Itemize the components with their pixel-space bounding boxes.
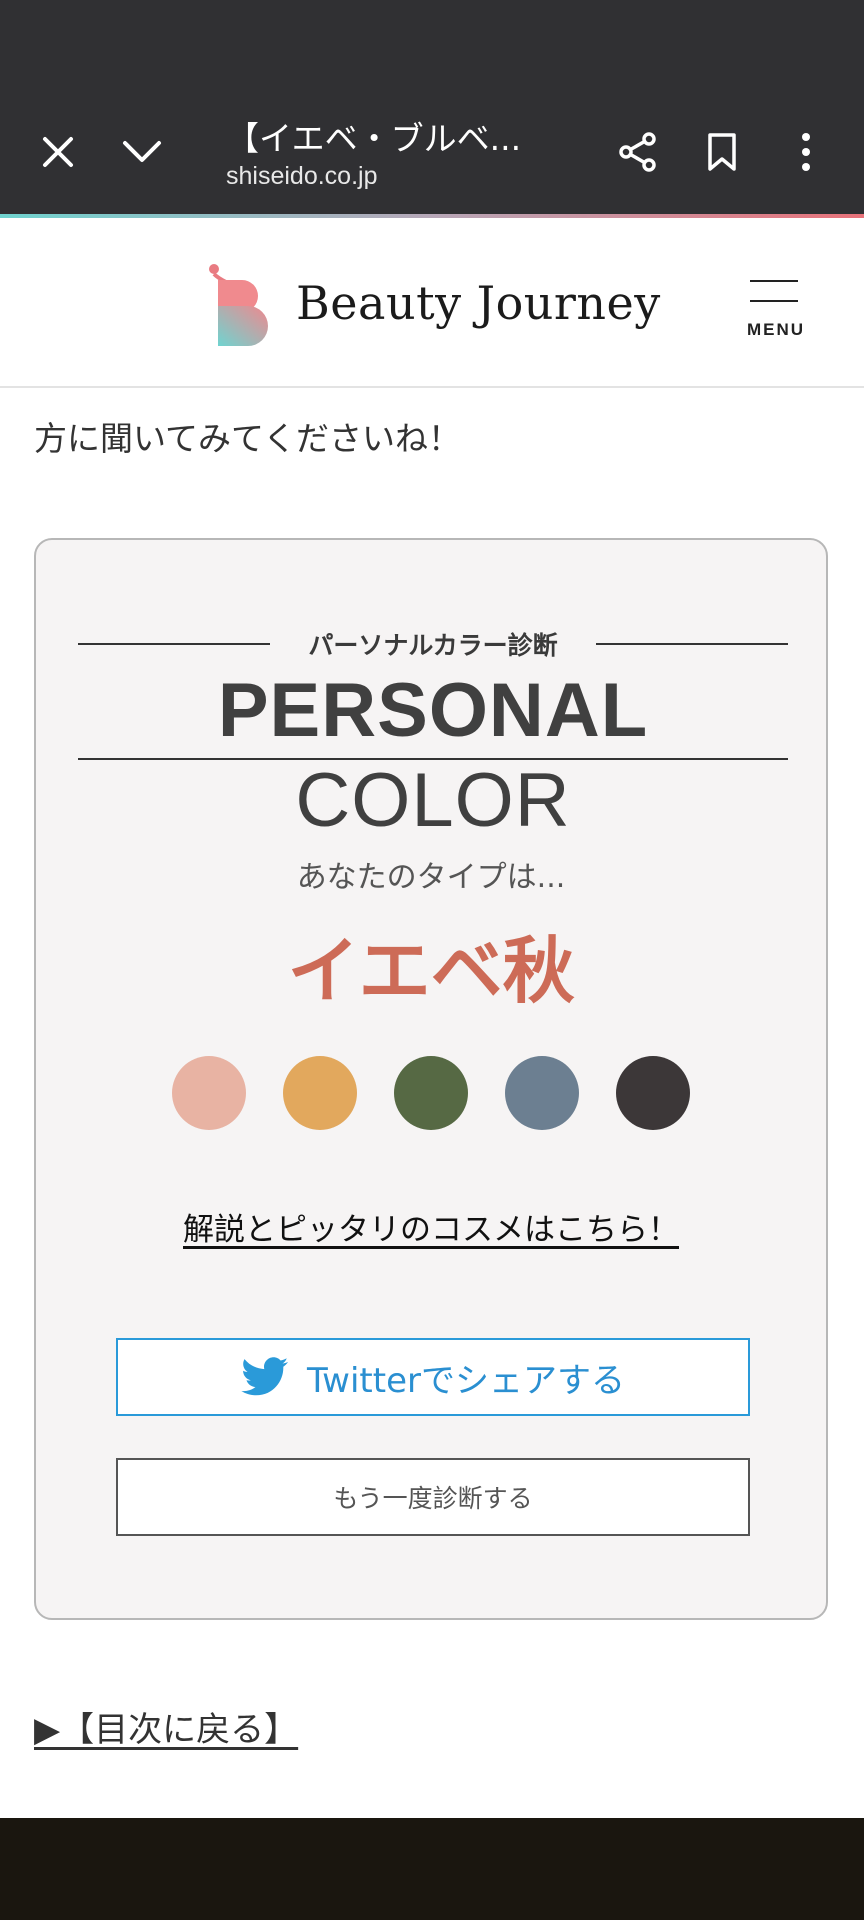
bookmark-icon[interactable] bbox=[698, 128, 746, 176]
title-bold-word: PERSONAL bbox=[217, 668, 649, 753]
menu-icon-line-bottom bbox=[750, 300, 798, 302]
title-light-word: COLOR bbox=[295, 758, 571, 843]
color-swatch bbox=[283, 1056, 357, 1130]
title-underline bbox=[78, 758, 788, 760]
more-vert-icon[interactable] bbox=[782, 128, 830, 176]
menu-label: MENU bbox=[746, 320, 806, 339]
tab-url[interactable]: shiseido.co.jp bbox=[226, 162, 377, 191]
menu-button[interactable]: MENU bbox=[744, 280, 808, 340]
detail-cosme-link[interactable]: 解説とピッタリのコスメはこちら！ bbox=[36, 1204, 826, 1249]
back-to-toc-link[interactable]: ▶【目次に戻る】 bbox=[34, 1702, 298, 1751]
twitter-bird-icon bbox=[241, 1357, 289, 1396]
type-intro: あなたのタイプは... bbox=[296, 860, 566, 895]
personal-color-title: PERSONAL COLOR bbox=[78, 666, 788, 846]
beauty-journey-logo-icon[interactable] bbox=[208, 262, 274, 348]
tab-title: 【イエベ・ブルベ... bbox=[226, 119, 522, 158]
kicker-row: パーソナルカラー診断 bbox=[78, 624, 788, 664]
twitter-share-button[interactable]: Twitterでシェアする bbox=[116, 1338, 750, 1416]
site-header: Beauty Journey MENU bbox=[0, 218, 864, 388]
type-result: イエベ秋 bbox=[287, 929, 575, 1013]
chevron-down-icon[interactable] bbox=[118, 128, 166, 176]
browser-toolbar: 【イエベ・ブルベ... shiseido.co.jp bbox=[0, 0, 864, 214]
personal-color-card: パーソナルカラー診断 PERSONAL COLOR あなたのタイプは... イエ… bbox=[34, 538, 828, 1620]
color-swatch bbox=[616, 1056, 690, 1130]
menu-icon-line-top bbox=[750, 280, 798, 282]
twitter-share-label: Twitterでシェアする bbox=[307, 1360, 625, 1401]
kicker-divider-right bbox=[596, 643, 788, 645]
retry-diagnosis-button[interactable]: もう一度診断する bbox=[116, 1458, 750, 1536]
color-swatch bbox=[505, 1056, 579, 1130]
close-icon[interactable] bbox=[34, 128, 82, 176]
article-lead-text: 方に聞いてみてくださいね！ bbox=[34, 419, 462, 458]
color-swatches bbox=[172, 1056, 692, 1130]
share-icon[interactable] bbox=[614, 128, 662, 176]
site-logo-text[interactable]: Beauty Journey bbox=[296, 276, 661, 330]
color-swatch bbox=[172, 1056, 246, 1130]
footer-dark-band bbox=[0, 1818, 864, 1920]
color-swatch bbox=[394, 1056, 468, 1130]
